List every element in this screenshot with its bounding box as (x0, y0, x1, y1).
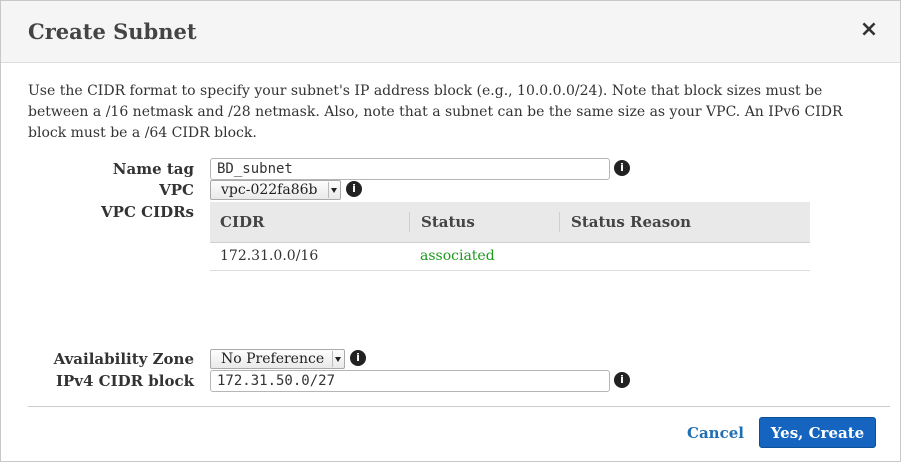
create-subnet-dialog: Create Subnet × Use the CIDR format to s… (0, 0, 901, 462)
column-header-status: Status (421, 213, 475, 231)
info-icon[interactable]: i (350, 350, 366, 366)
table-row: 172.31.0.0/16 associated (210, 243, 810, 271)
column-divider (409, 212, 410, 232)
vpc-label: VPC (159, 181, 194, 199)
dialog-header: Create Subnet × (1, 1, 900, 63)
chevron-down-icon (332, 351, 343, 367)
availability-zone-select[interactable]: No Preference (210, 349, 345, 369)
availability-zone-label: Availability Zone (53, 350, 194, 368)
ipv4-cidr-label: IPv4 CIDR block (55, 372, 194, 390)
vpc-select-value: vpc-022fa86b (221, 182, 318, 198)
column-header-cidr: CIDR (220, 213, 265, 231)
cidr-cell: 172.31.0.0/16 (220, 248, 319, 264)
ipv4-cidr-input[interactable] (210, 370, 610, 392)
footer-divider (28, 406, 890, 407)
availability-zone-select-value: No Preference (221, 351, 325, 367)
yes-create-button[interactable]: Yes, Create (759, 417, 876, 448)
info-icon[interactable]: i (346, 181, 362, 197)
name-tag-label: Name tag (112, 160, 194, 178)
info-icon[interactable]: i (614, 372, 630, 388)
column-header-status-reason: Status Reason (571, 213, 692, 231)
column-divider (559, 212, 560, 232)
close-icon[interactable]: × (858, 18, 880, 42)
info-icon[interactable]: i (614, 160, 630, 176)
table-header: CIDR Status Status Reason (210, 202, 810, 243)
vpc-select[interactable]: vpc-022fa86b (210, 180, 341, 200)
dialog-description: Use the CIDR format to specify your subn… (28, 83, 843, 141)
vpc-cidrs-label: VPC CIDRs (101, 203, 194, 221)
dialog-title: Create Subnet (28, 19, 197, 44)
status-cell: associated (420, 248, 495, 264)
chevron-down-icon (328, 182, 339, 198)
name-tag-input[interactable] (210, 158, 610, 180)
cancel-button[interactable]: Cancel (687, 424, 744, 442)
